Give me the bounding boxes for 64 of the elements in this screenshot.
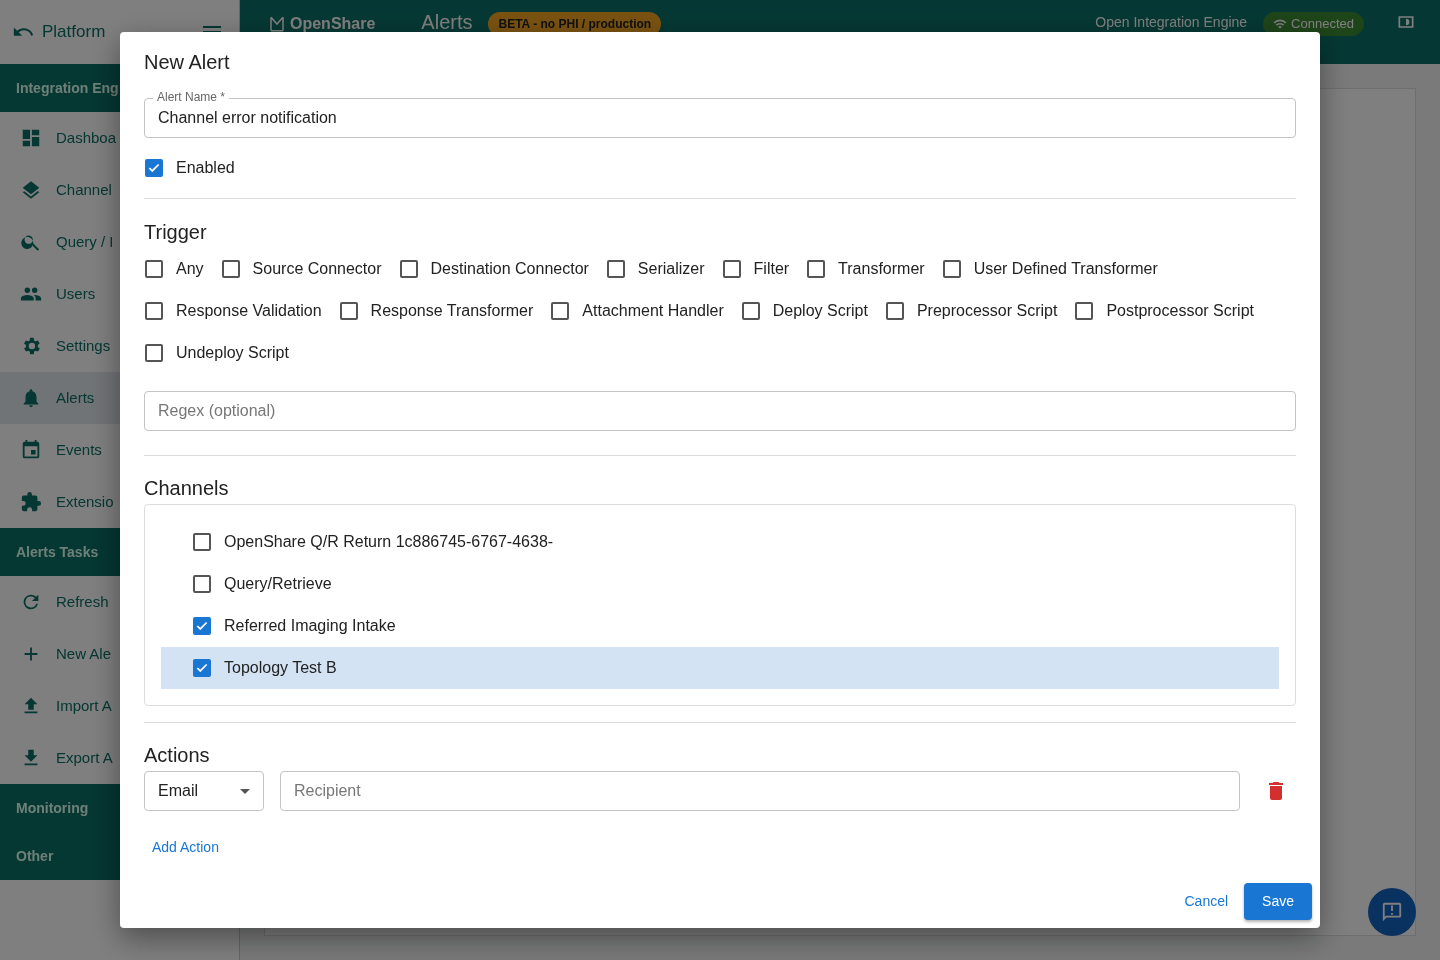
checkbox-label: Query/Retrieve xyxy=(224,574,332,594)
checkbox[interactable] xyxy=(942,260,961,278)
calendar-icon xyxy=(20,439,42,461)
dashboard-icon xyxy=(20,127,42,149)
checkbox[interactable] xyxy=(1075,302,1094,320)
checkbox[interactable] xyxy=(145,159,163,177)
checkbox-label: Deploy Script xyxy=(772,301,868,321)
add-action-link[interactable]: Add Action xyxy=(144,831,227,864)
checkbox[interactable] xyxy=(193,533,211,551)
checkbox-label: Postprocessor Script xyxy=(1106,301,1254,321)
save-button[interactable]: Save xyxy=(1244,883,1312,920)
checkbox[interactable] xyxy=(193,575,211,593)
checkbox[interactable] xyxy=(221,260,240,278)
checkbox-label: Undeploy Script xyxy=(176,343,289,363)
dropdown-caret-icon xyxy=(240,788,250,794)
connection-status: Connected xyxy=(1263,12,1364,36)
feedback-icon xyxy=(1381,901,1403,923)
checkbox[interactable] xyxy=(807,260,826,278)
checkbox-label: Destination Connector xyxy=(430,259,589,279)
puzzle-icon xyxy=(20,491,42,513)
checkbox[interactable] xyxy=(145,260,163,278)
section-heading: Trigger xyxy=(144,220,208,244)
section-heading: Actions xyxy=(144,743,211,767)
checkbox[interactable] xyxy=(606,260,625,278)
checkbox-label: Referred Imaging Intake xyxy=(224,616,396,636)
checkmark-icon xyxy=(195,619,209,633)
regex-field[interactable]: Regex (optional) xyxy=(144,391,1296,431)
checkmark-icon xyxy=(195,661,209,675)
channel-row[interactable]: Referred Imaging Intake xyxy=(161,605,1279,647)
checkbox-label: Filter xyxy=(753,259,790,279)
checkbox[interactable] xyxy=(551,302,570,320)
checkbox-label: Topology Test B xyxy=(224,658,337,678)
checkbox-label: Response Transformer xyxy=(370,301,534,321)
brand-name: OpenShare xyxy=(290,14,376,34)
sidebar-title[interactable]: Platform xyxy=(42,19,106,45)
checkbox[interactable] xyxy=(145,302,163,320)
select-value: Email xyxy=(158,781,198,801)
channel-row[interactable]: Topology Test B xyxy=(161,647,1279,689)
checkbox-label: Attachment Handler xyxy=(582,301,724,321)
engine-name: Open Integration Engine xyxy=(1095,13,1248,32)
checkbox-label: Serializer xyxy=(637,259,705,279)
checkbox[interactable] xyxy=(193,617,211,635)
recipient-field[interactable]: Recipient xyxy=(280,771,1240,811)
page-title: Alerts xyxy=(421,12,473,32)
checkbox[interactable] xyxy=(741,302,760,320)
checkmark-icon xyxy=(147,161,161,175)
checkbox-label: Preprocessor Script xyxy=(916,301,1058,321)
checkbox-label: Enabled xyxy=(176,158,235,178)
checkbox-label: User Defined Transformer xyxy=(973,259,1158,279)
section-heading: Channels xyxy=(144,476,230,500)
checkbox[interactable] xyxy=(145,344,163,362)
action-type-select[interactable]: Email xyxy=(144,771,264,811)
checkbox[interactable] xyxy=(399,260,418,278)
checkbox-label: Source Connector xyxy=(252,259,382,279)
layers-icon xyxy=(20,179,42,201)
checkbox-label: Response Validation xyxy=(176,301,322,321)
checkbox[interactable] xyxy=(885,302,904,320)
checkbox-label: Transformer xyxy=(838,259,925,279)
checkbox[interactable] xyxy=(193,659,211,677)
cancel-button[interactable]: Cancel xyxy=(1176,885,1237,918)
field-label: Alert Name * xyxy=(153,90,230,104)
checkbox-label: Any xyxy=(176,259,204,279)
checkbox[interactable] xyxy=(722,260,741,278)
checkbox[interactable] xyxy=(339,302,358,320)
